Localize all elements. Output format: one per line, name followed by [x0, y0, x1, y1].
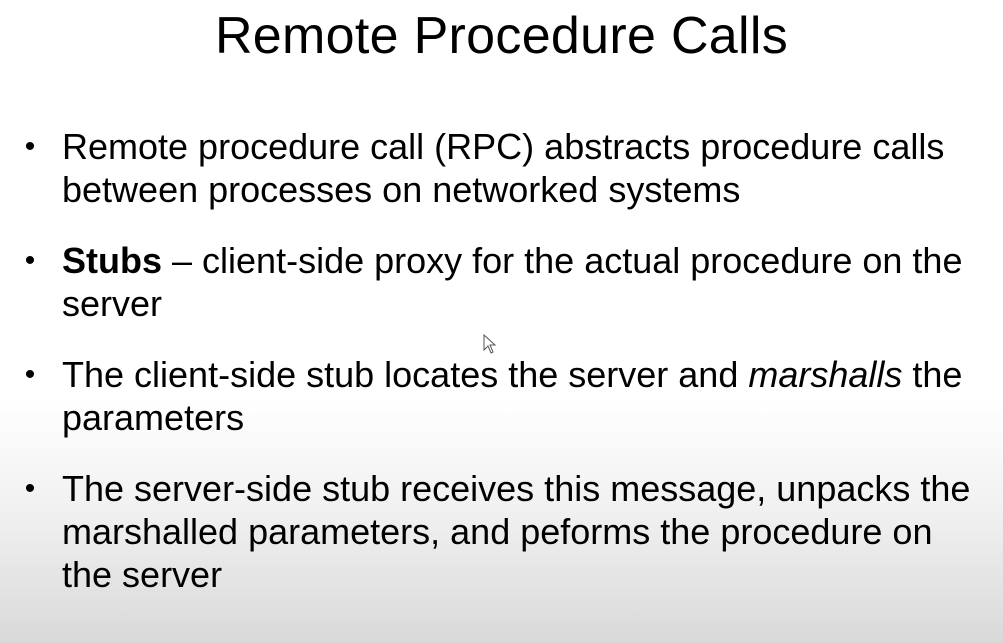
bullet-dot: • [24, 472, 36, 505]
term-marshalls: marshalls [748, 354, 903, 395]
bullet-text: The server-side stub receives this messa… [62, 468, 971, 595]
bullet-text: Remote procedure call (RPC) abstracts pr… [62, 126, 945, 210]
bullet-item-client-stub: • The client-side stub locates the serve… [22, 353, 992, 439]
term-stubs: Stubs [62, 240, 163, 281]
bullet-list: • Remote procedure call (RPC) abstracts … [22, 125, 992, 624]
bullet-item-server-stub: • The server-side stub receives this mes… [22, 467, 992, 596]
bullet-dot: • [24, 358, 36, 391]
bullet-dot: • [24, 130, 36, 163]
client-stub-text: The client-side stub locates the server … [62, 354, 749, 395]
bullet-item-stubs: • Stubs – client-side proxy for the actu… [22, 239, 992, 325]
slide-title: Remote Procedure Calls [214, 7, 789, 65]
bullet-text: The client-side stub locates the server … [62, 353, 992, 439]
stubs-definition: – client-side proxy for the actual proce… [62, 240, 963, 324]
mouse-pointer-icon [483, 334, 497, 354]
bullet-text: Stubs – client-side proxy for the actual… [62, 239, 992, 325]
bullet-dot: • [24, 244, 36, 277]
bullet-item-rpc: • Remote procedure call (RPC) abstracts … [22, 125, 992, 211]
